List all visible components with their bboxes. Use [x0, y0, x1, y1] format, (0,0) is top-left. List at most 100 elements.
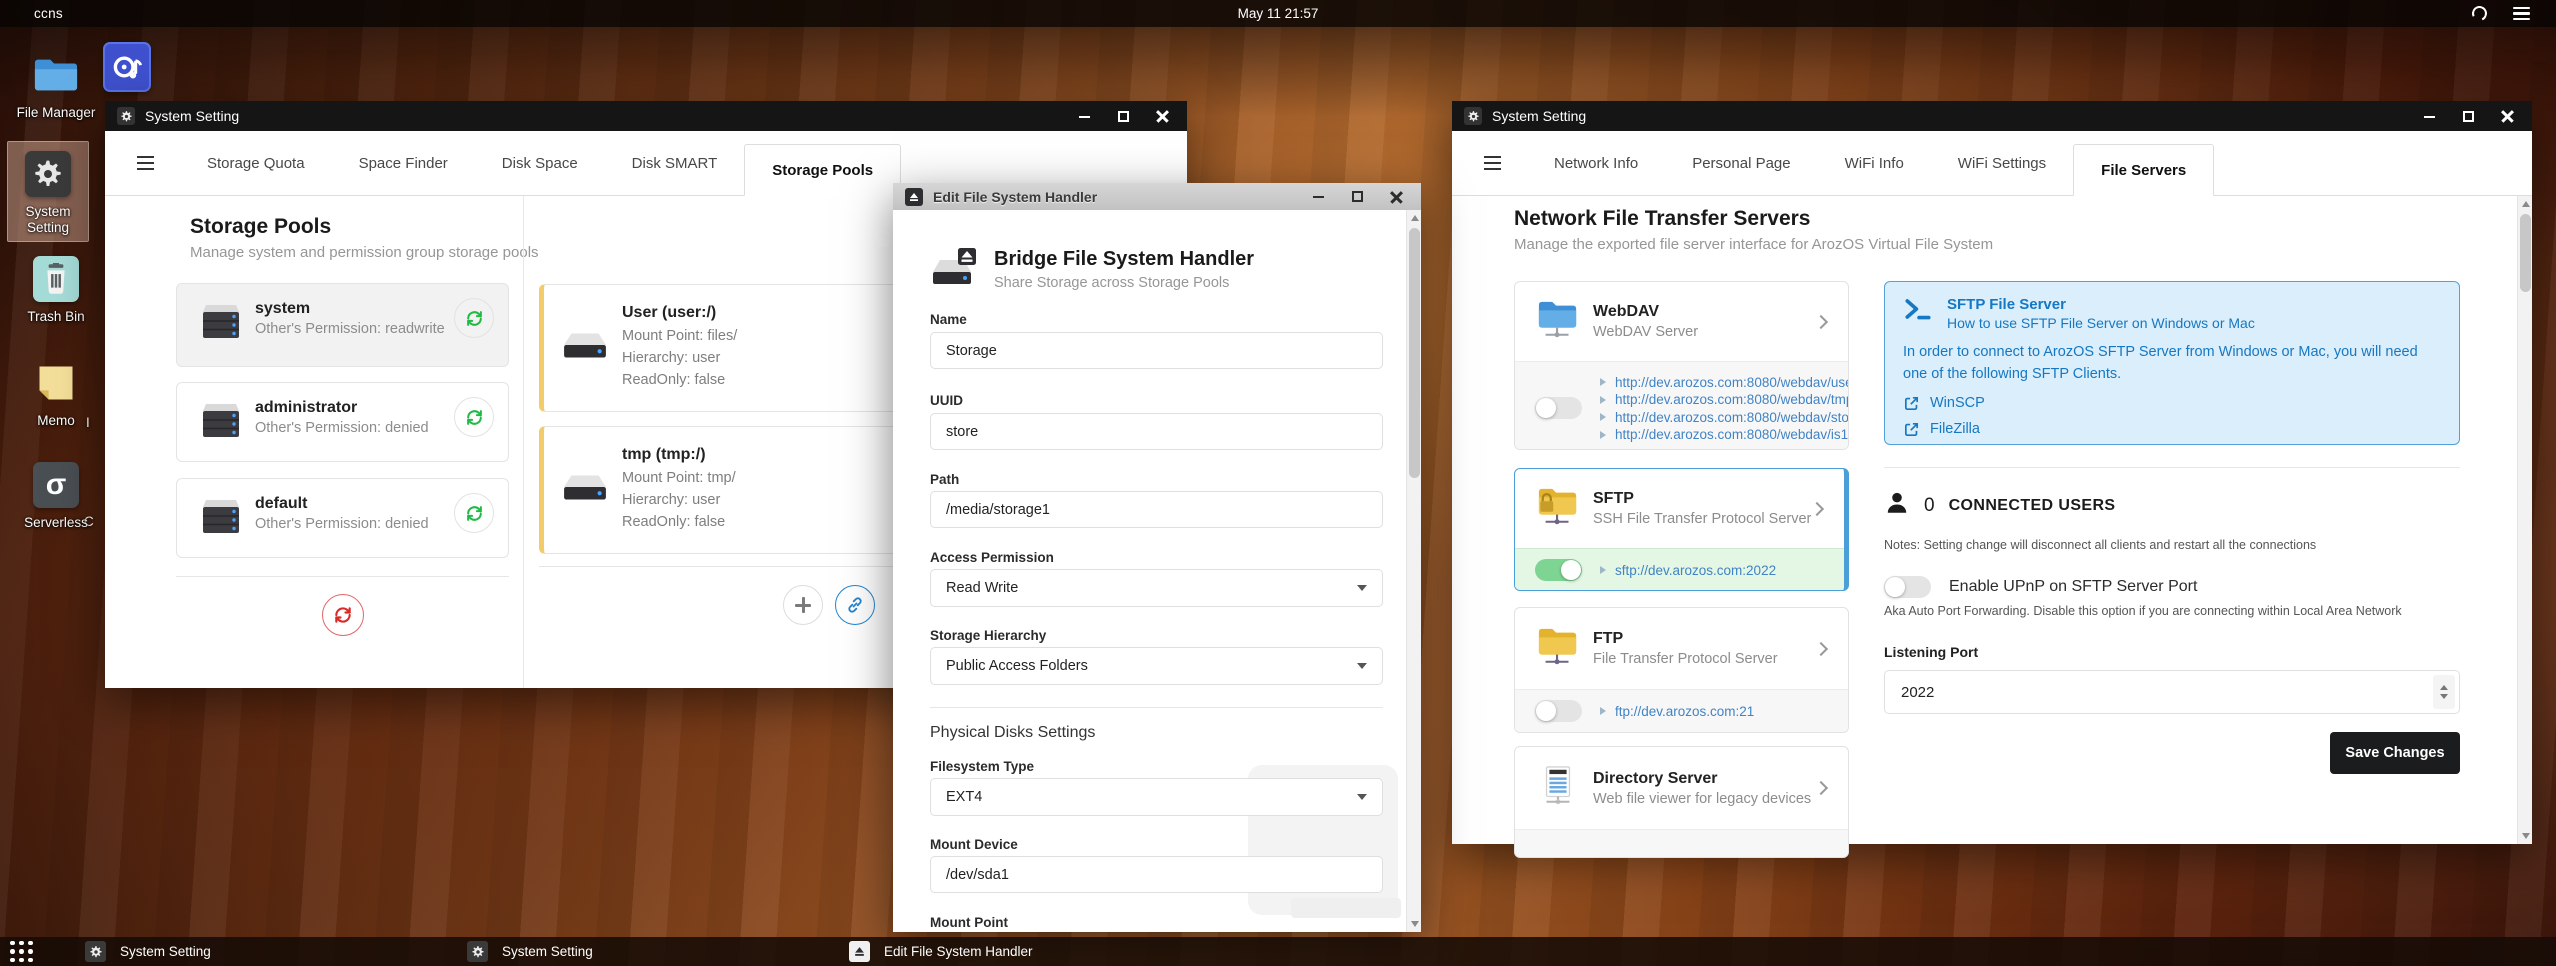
scroll-up-arrow[interactable]: [2518, 196, 2533, 212]
pool-name: system: [255, 300, 311, 317]
triangle-bullet-icon: [1600, 395, 1606, 404]
sftp-link[interactable]: sftp://dev.arozos.com:2022: [1615, 563, 1776, 578]
task-system-setting-1[interactable]: System Setting: [85, 941, 415, 962]
ftp-link[interactable]: ftp://dev.arozos.com:21: [1615, 704, 1754, 719]
window-titlebar[interactable]: System Setting: [105, 101, 1187, 131]
ftp-toggle[interactable]: [1535, 700, 1582, 722]
client-link-winscp[interactable]: WinSCP: [1903, 395, 2441, 412]
access-permission-select[interactable]: Read Write: [930, 569, 1383, 607]
caret-down-icon: [1357, 663, 1367, 669]
desktop-icon-trash-bin[interactable]: Trash Bin: [8, 256, 104, 325]
client-link-filezilla[interactable]: FileZilla: [1903, 421, 2441, 438]
webdav-link[interactable]: http://dev.arozos.com:8080/webdav/tmp: [1615, 392, 1848, 407]
scroll-down-arrow[interactable]: [1407, 916, 1421, 932]
gear-icon: [117, 107, 135, 125]
maximize-button[interactable]: [1117, 110, 1130, 123]
bridge-fsh-icon: [930, 246, 978, 293]
eject-disk-icon: [849, 941, 870, 962]
tab-storage-pools[interactable]: Storage Pools: [744, 144, 902, 196]
memo-note-icon: [32, 360, 80, 406]
task-system-setting-2[interactable]: System Setting: [467, 941, 797, 962]
menu-hamburger-icon[interactable]: [1484, 155, 1501, 171]
tab-space-finder[interactable]: Space Finder: [332, 131, 475, 195]
sftp-toggle[interactable]: [1535, 559, 1582, 581]
minimize-button[interactable]: [2423, 110, 2436, 123]
listening-port-field: [1884, 670, 2460, 714]
tab-wifi-settings[interactable]: WiFi Settings: [1931, 131, 2073, 195]
pool-card-default[interactable]: default Other's Permission: denied: [176, 478, 509, 558]
scrollbar[interactable]: [1406, 210, 1421, 932]
mount-hierarchy: Hierarchy: user: [622, 492, 721, 509]
tab-disk-smart[interactable]: Disk SMART: [605, 131, 745, 195]
scroll-down-arrow[interactable]: [2518, 828, 2533, 844]
plus-icon: [795, 597, 811, 613]
storage-hierarchy-select[interactable]: Public Access Folders: [930, 647, 1383, 685]
menu-hamburger-icon[interactable]: [137, 155, 154, 171]
field-label-filesystem-type: Filesystem Type: [930, 759, 1035, 774]
pool-sync-button[interactable]: [454, 397, 494, 437]
close-button[interactable]: [1390, 190, 1403, 203]
gear-icon: [85, 941, 106, 962]
listening-port-input[interactable]: [1884, 670, 2460, 714]
window-titlebar[interactable]: System Setting: [1452, 101, 2532, 131]
tab-disk-space[interactable]: Disk Space: [475, 131, 605, 195]
add-fsh-button[interactable]: [783, 585, 823, 625]
webdav-link[interactable]: http://dev.arozos.com:8080/webdav/is1: [1615, 427, 1848, 442]
tab-network-info[interactable]: Network Info: [1527, 131, 1665, 195]
chevron-right-icon: [1813, 780, 1829, 796]
uuid-input[interactable]: [930, 413, 1383, 450]
field-label-path: Path: [930, 472, 960, 487]
scroll-thumb[interactable]: [2520, 214, 2531, 292]
name-input[interactable]: [930, 332, 1383, 369]
close-button[interactable]: [2501, 110, 2514, 123]
pool-name: administrator: [255, 399, 358, 416]
scrollbar[interactable]: [2517, 196, 2532, 844]
pool-sync-button[interactable]: [454, 493, 494, 533]
maximize-button[interactable]: [2462, 110, 2475, 123]
upnp-label: Enable UPnP on SFTP Server Port: [1949, 578, 2198, 595]
desktop-icon-memo[interactable]: Memo: [8, 360, 104, 429]
webdav-link[interactable]: http://dev.arozos.com:8080/webdav/store: [1615, 410, 1848, 425]
desktop-icon-system-setting[interactable]: System Setting: [7, 141, 89, 243]
webdav-toggle[interactable]: [1535, 397, 1582, 420]
pool-card-system[interactable]: system Other's Permission: readwrite: [176, 283, 509, 367]
maximize-button[interactable]: [1351, 190, 1364, 203]
connected-users-label: CONNECTED USERS: [1948, 496, 2116, 514]
ftp-card-header[interactable]: FTP File Transfer Protocol Server: [1515, 608, 1848, 689]
filesystem-type-select[interactable]: EXT4: [930, 778, 1383, 816]
directory-card-header[interactable]: Directory Server Web file viewer for leg…: [1515, 747, 1848, 829]
app-launcher-icon[interactable]: [10, 940, 33, 963]
pool-card-administrator[interactable]: administrator Other's Permission: denied: [176, 382, 509, 462]
webdav-card-header[interactable]: WebDAV WebDAV Server: [1515, 282, 1848, 361]
pool-sync-button[interactable]: [454, 298, 494, 338]
sftp-card-header[interactable]: SFTP SSH File Transfer Protocol Server: [1515, 469, 1844, 548]
save-changes-button[interactable]: Save Changes: [2330, 732, 2460, 774]
tab-personal-page[interactable]: Personal Page: [1665, 131, 1817, 195]
scroll-thumb[interactable]: [1409, 228, 1420, 478]
task-edit-fsh[interactable]: Edit File System Handler: [849, 941, 1179, 962]
upnp-toggle[interactable]: [1884, 576, 1931, 598]
bridge-fsh-button[interactable]: [835, 585, 875, 625]
trash-icon: [32, 256, 80, 302]
number-spinner[interactable]: [2433, 675, 2455, 709]
tab-wifi-info[interactable]: WiFi Info: [1818, 131, 1931, 195]
desktop-icon-music[interactable]: [92, 42, 162, 92]
form-heading: Bridge File System Handler: [994, 248, 1255, 270]
window-titlebar[interactable]: Edit File System Handler: [893, 183, 1421, 210]
desktop-icon-label: Serverless: [24, 515, 88, 530]
minimize-button[interactable]: [1312, 190, 1325, 203]
listening-port-label: Listening Port: [1884, 644, 1979, 660]
desktop-icon-serverless[interactable]: σ Serverless: [8, 462, 104, 531]
column-divider: [523, 196, 524, 688]
close-button[interactable]: [1156, 110, 1169, 123]
desktop-icon-file-manager[interactable]: File Manager: [8, 52, 104, 121]
tab-file-servers[interactable]: File Servers: [2073, 144, 2215, 196]
tab-storage-quota[interactable]: Storage Quota: [180, 131, 332, 195]
reload-pools-button[interactable]: [321, 594, 364, 636]
scroll-up-arrow[interactable]: [1407, 210, 1421, 226]
webdav-link[interactable]: http://dev.arozos.com:8080/webdav/user: [1615, 375, 1848, 390]
path-input[interactable]: [930, 491, 1383, 528]
minimize-button[interactable]: [1078, 110, 1091, 123]
mount-device-input[interactable]: [930, 856, 1383, 893]
connected-users-count: 0: [1924, 494, 1935, 516]
